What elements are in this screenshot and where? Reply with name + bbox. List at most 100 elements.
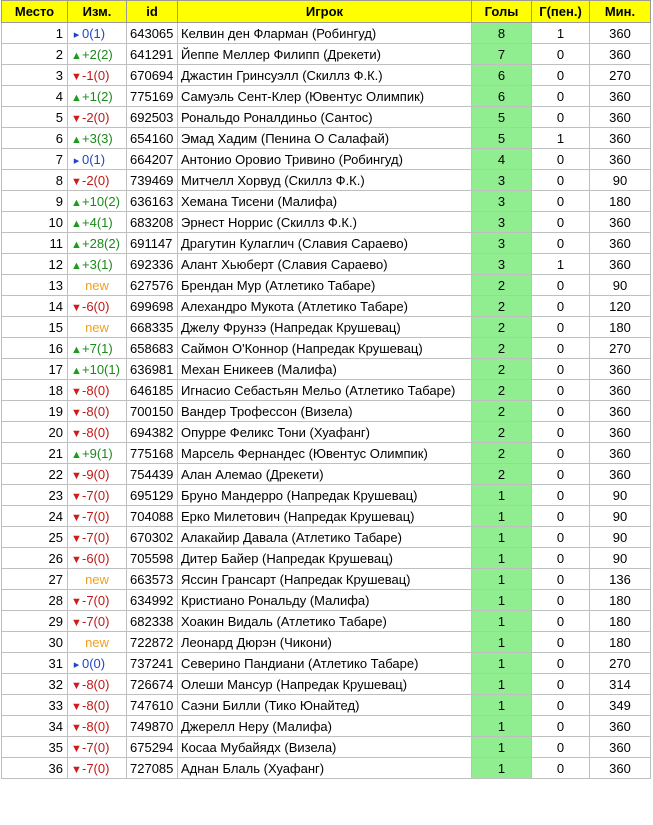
arrow-down-icon: ▼ xyxy=(71,427,82,440)
rank-cell: 1 xyxy=(1,22,68,44)
table-row: 5 ▼-2(0) 692503 Рональдо Роналдиньо (Сантос… xyxy=(1,106,651,128)
table-row: 11 ▲+28(2) 691147 Драгутин Кулаглич (Славия… xyxy=(1,232,651,254)
player-name-cell: Механ Еникеев (Малифа) xyxy=(177,358,472,380)
player-name-cell: Северино Пандиани (Атлетико Табаре) xyxy=(177,652,472,674)
penalty-goals-cell: 0 xyxy=(531,295,590,317)
header-goals[interactable]: Голы xyxy=(471,0,532,23)
rank-cell: 19 xyxy=(1,400,68,422)
table-row: 6 ▲+3(3) 654160 Эмад Хадим (Пенина О Салафа… xyxy=(1,127,651,149)
minutes-cell: 180 xyxy=(589,589,651,611)
table-row: 34 ▼-8(0) 749870 Джерелл Неру (Малифа) 1 0 360 xyxy=(1,715,651,737)
table-row: 19 ▼-8(0) 700150 Вандер Трофессон (Визела) 2… xyxy=(1,400,651,422)
minutes-cell: 180 xyxy=(589,316,651,338)
minutes-cell: 360 xyxy=(589,379,651,401)
player-name-cell: Саймон О'Коннор (Напредак Крушевац) xyxy=(177,337,472,359)
change-cell: ▼-7(0) xyxy=(67,505,127,527)
table-row: 17 ▲+10(1) 636981 Механ Еникеев (Малифа) 2 0 3… xyxy=(1,358,651,380)
goals-cell: 1 xyxy=(471,610,532,632)
goals-cell: 2 xyxy=(471,274,532,296)
player-name-cell: Джастин Гринсуэлл (Скиллз Ф.К.) xyxy=(177,64,472,86)
player-name-cell: Олеши Мансур (Напредак Крушевац) xyxy=(177,673,472,695)
minutes-cell: 360 xyxy=(589,358,651,380)
goals-cell: 2 xyxy=(471,442,532,464)
header-player[interactable]: Игрок xyxy=(177,0,472,23)
penalty-goals-cell: 0 xyxy=(531,547,590,569)
arrow-down-icon: ▼ xyxy=(71,175,82,188)
table-row: 2 ▲+2(2) 641291 Йеппе Меллер Филипп (Дрекет… xyxy=(1,43,651,65)
header-rank[interactable]: Место xyxy=(1,0,68,23)
table-row: 28 ▼-7(0) 634992 Кристиано Рональду (Малифа… xyxy=(1,589,651,611)
change-value: -2(0) xyxy=(82,172,110,188)
scorers-table: Место Изм. id Игрок Голы Г(пен.) Мин. 1 ▸… xyxy=(1,0,651,779)
goals-cell: 1 xyxy=(471,568,532,590)
change-value: -7(0) xyxy=(82,739,110,755)
minutes-cell: 90 xyxy=(589,547,651,569)
goals-cell: 1 xyxy=(471,484,532,506)
rank-cell: 33 xyxy=(1,694,68,716)
player-name-cell: Джелу Фрунзэ (Напредак Крушевац) xyxy=(177,316,472,338)
arrow-down-icon: ▼ xyxy=(71,112,82,125)
penalty-goals-cell: 0 xyxy=(531,463,590,485)
minutes-cell: 360 xyxy=(589,148,651,170)
arrow-up-icon: ▲ xyxy=(71,196,82,209)
header-id[interactable]: id xyxy=(126,0,178,23)
change-value: -8(0) xyxy=(82,676,110,692)
player-name-cell: Антонио Оровио Тривино (Робингуд) xyxy=(177,148,472,170)
player-id-cell: 682338 xyxy=(126,610,178,632)
header-pen[interactable]: Г(пен.) xyxy=(531,0,590,23)
change-cell: new xyxy=(67,631,127,653)
arrow-down-icon: ▼ xyxy=(71,385,82,398)
change-value: 0(1) xyxy=(82,151,106,167)
player-id-cell: 705598 xyxy=(126,547,178,569)
minutes-cell: 360 xyxy=(589,442,651,464)
player-id-cell: 747610 xyxy=(126,694,178,716)
table-row: 21 ▲+9(1) 775168 Марсель Фернандес (Ювентус… xyxy=(1,442,651,464)
penalty-goals-cell: 0 xyxy=(531,316,590,338)
player-id-cell: 646185 xyxy=(126,379,178,401)
penalty-goals-cell: 0 xyxy=(531,85,590,107)
player-name-cell: Леонард Дюрэн (Чикони) xyxy=(177,631,472,653)
player-id-cell: 700150 xyxy=(126,400,178,422)
player-id-cell: 739469 xyxy=(126,169,178,191)
penalty-goals-cell: 0 xyxy=(531,442,590,464)
change-cell: ▼-7(0) xyxy=(67,736,127,758)
player-name-cell: Алан Алемао (Дрекети) xyxy=(177,463,472,485)
rank-cell: 25 xyxy=(1,526,68,548)
minutes-cell: 360 xyxy=(589,253,651,275)
table-row: 20 ▼-8(0) 694382 Опурре Феликс Тони (Хуафан… xyxy=(1,421,651,443)
change-value: +3(1) xyxy=(82,256,113,272)
rank-cell: 10 xyxy=(1,211,68,233)
table-row: 14 ▼-6(0) 699698 Алехандро Мукота (Атлетико… xyxy=(1,295,651,317)
player-id-cell: 683208 xyxy=(126,211,178,233)
header-min[interactable]: Мин. xyxy=(589,0,651,23)
penalty-goals-cell: 0 xyxy=(531,106,590,128)
goals-cell: 1 xyxy=(471,505,532,527)
penalty-goals-cell: 0 xyxy=(531,631,590,653)
header-change[interactable]: Изм. xyxy=(67,0,127,23)
change-cell: ▼-8(0) xyxy=(67,400,127,422)
player-name-cell: Рональдо Роналдиньо (Сантос) xyxy=(177,106,472,128)
change-cell: ▲+28(2) xyxy=(67,232,127,254)
change-value: -7(0) xyxy=(82,613,110,629)
player-name-cell: Самуэль Сент-Клер (Ювентус Олимпик) xyxy=(177,85,472,107)
change-cell: ▼-7(0) xyxy=(67,484,127,506)
change-value: -7(0) xyxy=(82,508,110,524)
player-id-cell: 694382 xyxy=(126,421,178,443)
player-id-cell: 692503 xyxy=(126,106,178,128)
rank-cell: 28 xyxy=(1,589,68,611)
minutes-cell: 360 xyxy=(589,106,651,128)
change-value: 0(1) xyxy=(82,25,106,41)
change-cell: ▼-2(0) xyxy=(67,169,127,191)
player-name-cell: Келвин ден Фларман (Робингуд) xyxy=(177,22,472,44)
change-cell: new xyxy=(67,568,127,590)
change-cell: ▲+7(1) xyxy=(67,337,127,359)
table-row: 30 new 722872 Леонард Дюрэн (Чикони) 1 0 180 xyxy=(1,631,651,653)
change-value: +4(1) xyxy=(82,214,113,230)
penalty-goals-cell: 0 xyxy=(531,484,590,506)
penalty-goals-cell: 0 xyxy=(531,400,590,422)
minutes-cell: 360 xyxy=(589,127,651,149)
arrow-up-icon: ▲ xyxy=(71,238,82,251)
penalty-goals-cell: 0 xyxy=(531,421,590,443)
minutes-cell: 314 xyxy=(589,673,651,695)
player-id-cell: 727085 xyxy=(126,757,178,779)
